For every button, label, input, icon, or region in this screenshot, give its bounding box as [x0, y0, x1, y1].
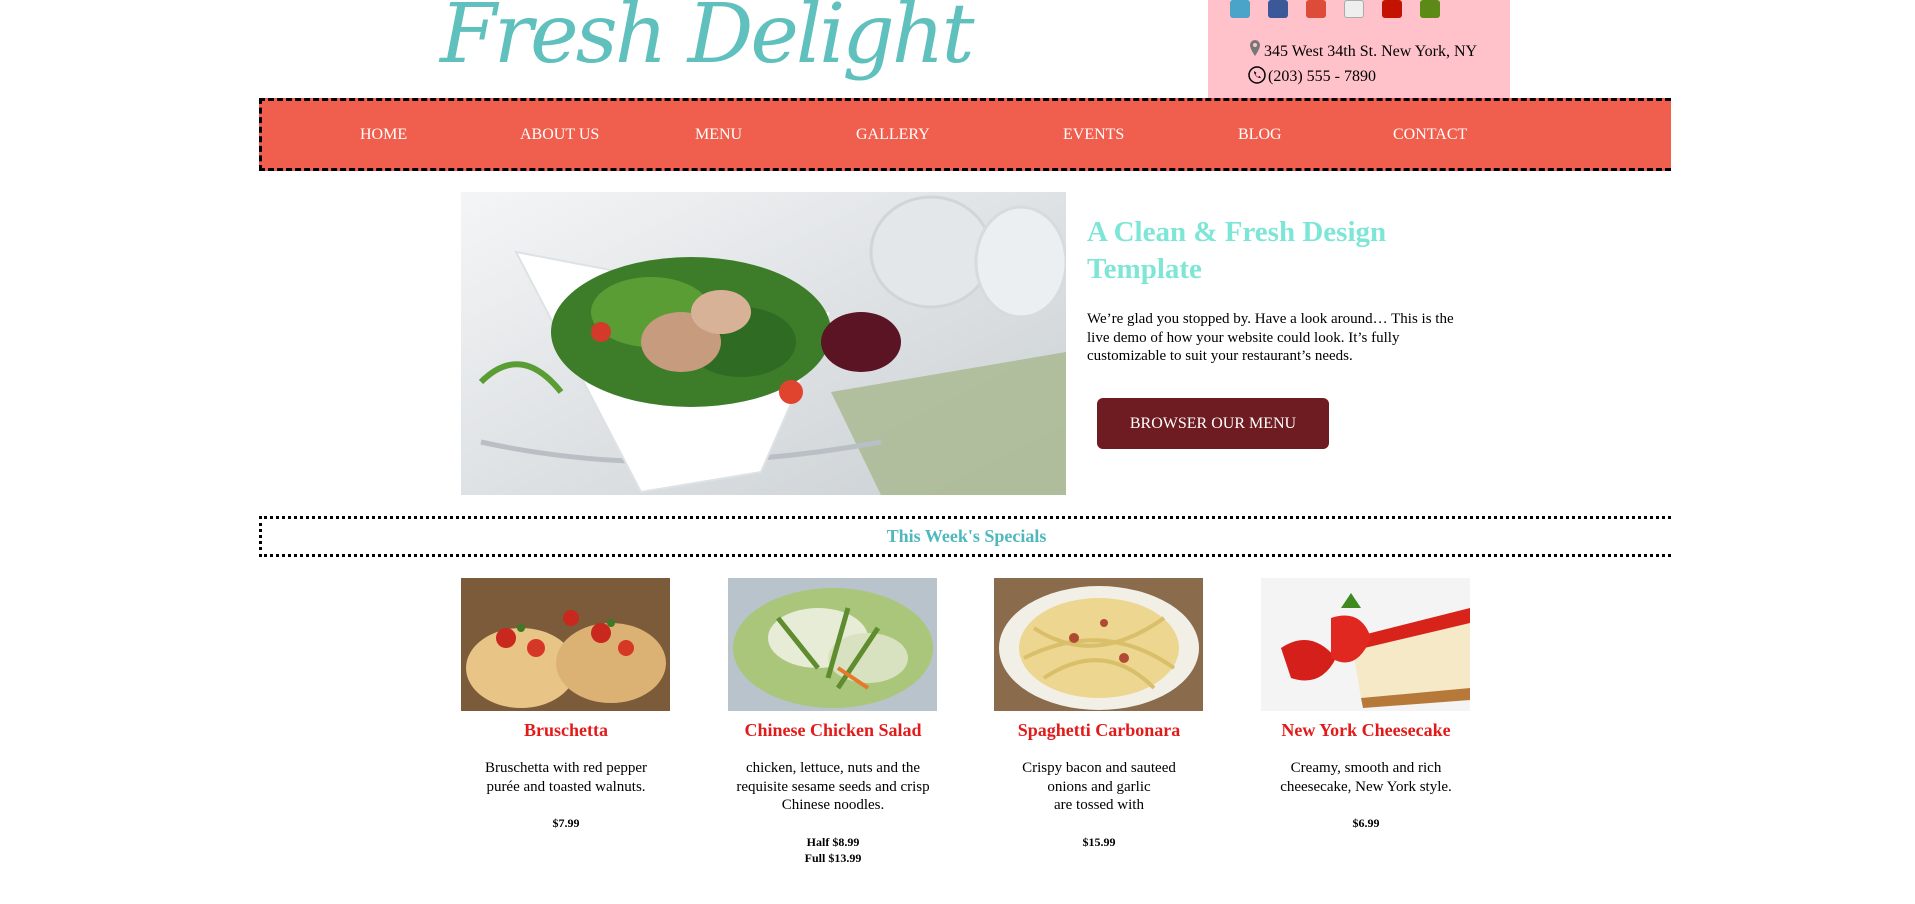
site-logo[interactable]: Fresh Delight — [440, 0, 975, 84]
google-plus-icon[interactable] — [1306, 0, 1326, 18]
spaghetti-carbonara-image — [994, 578, 1203, 711]
dish-name: Chinese Chicken Salad — [744, 720, 922, 740]
chinese-chicken-salad-image — [728, 578, 937, 711]
specials-header-bar: This Week's Specials — [259, 516, 1671, 557]
specials-title: This Week's Specials — [886, 526, 1047, 546]
hero-salad-image — [461, 192, 1066, 495]
nav-item-events[interactable]: EVENTS — [1063, 126, 1124, 144]
hero-description: We’re glad you stopped by. Have a look a… — [1087, 311, 1454, 364]
dish-description: Crispy bacon and sauteed onions and garl… — [1022, 760, 1176, 813]
address-line: 345 West 34th St. New York, NY — [1250, 40, 1478, 61]
new-york-cheesecake-image — [1261, 578, 1470, 711]
phone-line: (203) 555 - 7890 — [1248, 66, 1376, 86]
social-icons — [1230, 0, 1440, 18]
nav-item-menu[interactable]: MENU — [695, 126, 742, 144]
phone-icon — [1248, 66, 1266, 84]
dish-price: $6.99 — [1352, 816, 1380, 830]
browse-menu-button[interactable]: BROWSER OUR MENU — [1097, 398, 1329, 449]
phone-text[interactable]: (203) 555 - 7890 — [1268, 68, 1376, 86]
bruschetta-image — [461, 578, 670, 711]
tripadvisor-icon[interactable] — [1420, 0, 1440, 18]
special-card: Spaghetti Carbonara Crispy bacon and sau… — [994, 578, 1204, 850]
special-card: New York Cheesecake Creamy, smooth and r… — [1261, 578, 1471, 831]
nav-item-home[interactable]: HOME — [360, 126, 407, 144]
main-nav: HOME ABOUT US MENU GALLERY EVENTS BLOG C… — [259, 98, 1671, 171]
dish-price: Half $8.99 Full $13.99 — [804, 834, 862, 865]
address-text: 345 West 34th St. New York, NY — [1264, 43, 1478, 60]
nav-item-blog[interactable]: BLOG — [1238, 126, 1282, 144]
yelp-icon[interactable] — [1382, 0, 1402, 18]
broken-image-icon[interactable] — [1344, 0, 1364, 18]
special-card: Chinese Chicken Salad chicken, lettuce, … — [728, 578, 938, 866]
nav-item-about-us[interactable]: ABOUT US — [520, 126, 599, 144]
hero-title: A Clean & Fresh Design Template — [1087, 216, 1387, 285]
nav-item-contact[interactable]: CONTACT — [1393, 126, 1467, 144]
map-pin-icon — [1250, 40, 1260, 56]
twitter-icon[interactable] — [1230, 0, 1250, 18]
facebook-icon[interactable] — [1268, 0, 1288, 18]
dish-name: New York Cheesecake — [1281, 720, 1451, 740]
dish-price: $15.99 — [1082, 834, 1116, 849]
dish-description: Creamy, smooth and rich cheesecake, New … — [1280, 760, 1452, 795]
contact-info-box: 345 West 34th St. New York, NY (203) 555… — [1208, 0, 1510, 98]
dish-description: Bruschetta with red pepper purée and toa… — [484, 760, 648, 795]
dish-description: chicken, lettuce, nuts and the requisite… — [736, 760, 930, 813]
special-card: Bruschetta Bruschetta with red pepper pu… — [461, 578, 671, 831]
dish-price: $7.99 — [552, 816, 580, 830]
nav-item-gallery[interactable]: GALLERY — [856, 126, 930, 144]
dish-name: Bruschetta — [524, 720, 608, 740]
dish-name: Spaghetti Carbonara — [1017, 720, 1181, 740]
